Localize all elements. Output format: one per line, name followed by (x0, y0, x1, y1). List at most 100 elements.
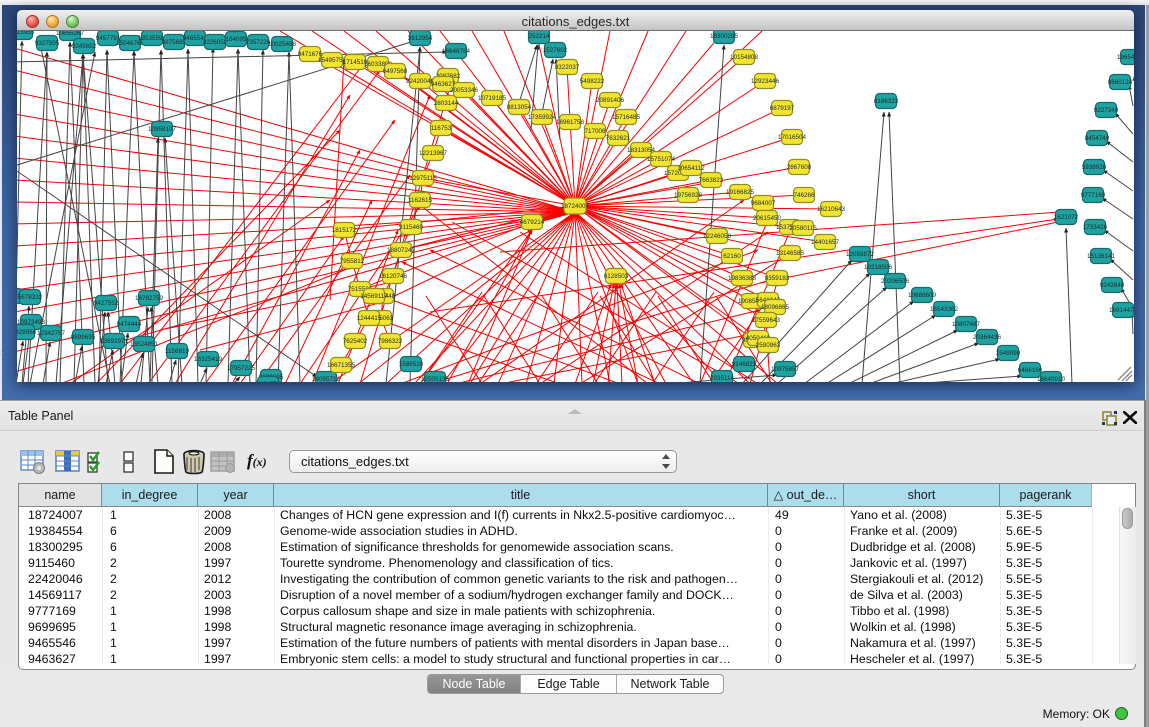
svg-text:746266: 746266 (793, 192, 815, 199)
svg-text:18807249: 18807249 (387, 247, 416, 254)
svg-text:16543362: 16543362 (930, 306, 959, 313)
svg-text:6879197: 6879197 (770, 105, 795, 112)
svg-text:9777169: 9777169 (1081, 192, 1106, 199)
svg-text:16671355: 16671355 (327, 362, 356, 369)
svg-text:17016504: 17016504 (778, 134, 807, 141)
svg-text:16961758: 16961758 (556, 119, 585, 126)
svg-text:8215955: 8215955 (17, 31, 35, 36)
svg-text:7986322: 7986322 (378, 338, 403, 345)
svg-text:9327505: 9327505 (35, 40, 60, 47)
svg-text:1621072: 1621072 (1054, 214, 1079, 221)
svg-text:6466160: 6466160 (1018, 367, 1043, 374)
svg-text:20053346: 20053346 (450, 87, 479, 94)
svg-text:3624554: 3624554 (256, 381, 281, 382)
svg-text:9115460: 9115460 (399, 224, 424, 231)
svg-text:9474444: 9474444 (117, 321, 142, 328)
svg-text:18300295: 18300295 (710, 33, 739, 40)
svg-text:10807487: 10807487 (952, 321, 981, 328)
svg-text:12093872: 12093872 (846, 251, 875, 258)
svg-text:12505135: 12505135 (421, 376, 450, 382)
svg-text:252214: 252214 (528, 33, 550, 40)
svg-text:6128503: 6128503 (604, 273, 629, 280)
svg-text:1162615: 1162615 (408, 197, 433, 204)
svg-text:16782759: 16782759 (135, 295, 164, 302)
svg-text:7625402: 7625402 (343, 338, 368, 345)
svg-text:18724007: 18724007 (561, 203, 590, 210)
svg-text:2803144: 2803144 (434, 100, 459, 107)
svg-text:5938928: 5938928 (1082, 164, 1107, 171)
svg-text:9329966: 9329966 (17, 329, 37, 336)
svg-text:10719185: 10719185 (478, 95, 507, 102)
svg-text:15136141: 15136141 (1087, 253, 1116, 260)
svg-text:7632621: 7632621 (606, 135, 631, 142)
svg-text:9242848: 9242848 (1100, 282, 1125, 289)
svg-text:7663822: 7663822 (699, 177, 724, 184)
svg-text:9899695: 9899695 (71, 334, 96, 341)
svg-text:7955812: 7955812 (340, 258, 365, 265)
svg-text:8813054: 8813054 (507, 104, 532, 111)
svg-text:4679214: 4679214 (520, 219, 545, 226)
svg-text:19166825: 19166825 (726, 189, 755, 196)
svg-text:1588520: 1588520 (399, 361, 424, 368)
svg-text:9684007: 9684007 (751, 200, 776, 207)
svg-text:12213967: 12213967 (419, 150, 448, 157)
svg-text:164095: 164095 (225, 36, 247, 43)
svg-text:10958107: 10958107 (148, 126, 177, 133)
svg-text:14569117: 14569117 (360, 293, 388, 300)
svg-text:20206506: 20206506 (881, 278, 910, 285)
svg-text:3226058: 3226058 (203, 39, 228, 46)
svg-text:9427552: 9427552 (94, 300, 119, 307)
svg-text:2935114: 2935114 (710, 375, 735, 382)
svg-text:62160: 62160 (723, 253, 741, 260)
svg-text:9245652: 9245652 (72, 43, 97, 50)
svg-text:10655267: 10655267 (56, 31, 85, 37)
svg-text:10654112: 10654112 (677, 165, 705, 172)
svg-text:20364436: 20364436 (973, 334, 1002, 341)
svg-text:1733426: 1733426 (1083, 224, 1108, 231)
svg-text:17559643: 17559643 (752, 317, 781, 324)
svg-text:6497568: 6497568 (383, 68, 408, 75)
svg-text:2867608: 2867608 (787, 164, 812, 171)
svg-text:19218506: 19218506 (864, 264, 893, 271)
svg-text:13692971: 13692971 (100, 338, 129, 345)
svg-text:16640910: 16640910 (1037, 376, 1066, 382)
svg-text:15716485: 15716485 (612, 114, 641, 121)
svg-text:16648784: 16648784 (442, 48, 471, 55)
svg-text:13146585: 13146585 (776, 250, 805, 257)
svg-text:1527602: 1527602 (543, 47, 568, 54)
svg-text:14055712: 14055712 (312, 376, 341, 382)
svg-text:17957225: 17957225 (227, 365, 256, 372)
svg-text:19654923: 19654923 (1117, 54, 1134, 61)
svg-text:2580963: 2580963 (756, 342, 781, 349)
svg-text:20580115: 20580115 (789, 225, 817, 232)
svg-text:18096865: 18096865 (761, 304, 790, 311)
svg-text:17359924: 17359924 (528, 114, 557, 121)
svg-text:14401657: 14401657 (811, 239, 840, 246)
svg-text:5678332: 5678332 (18, 294, 43, 301)
svg-text:1815172: 1815172 (332, 227, 357, 234)
svg-text:8660124: 8660124 (1108, 79, 1133, 86)
svg-text:1244415: 1244415 (357, 315, 382, 322)
svg-text:12342757: 12342757 (37, 330, 66, 337)
svg-text:10975857: 10975857 (771, 366, 800, 373)
svg-text:12975115: 12975115 (409, 175, 437, 182)
svg-text:15751074: 15751074 (647, 156, 676, 163)
svg-text:13325419: 13325419 (194, 356, 223, 363)
svg-text:13524851: 13524851 (130, 341, 159, 348)
svg-text:9146821: 9146821 (732, 361, 757, 368)
svg-text:20891406: 20891406 (596, 97, 625, 104)
svg-text:3912954: 3912954 (408, 35, 433, 42)
svg-text:8322037: 8322037 (555, 64, 580, 71)
svg-text:10154808: 10154808 (730, 54, 759, 61)
svg-text:10688609: 10688609 (908, 292, 937, 299)
svg-text:8359183: 8359183 (765, 275, 790, 282)
svg-text:12923446: 12923446 (751, 78, 780, 85)
svg-text:116753: 116753 (431, 125, 452, 132)
svg-text:717006: 717006 (584, 128, 606, 135)
svg-text:5498222: 5498222 (580, 78, 605, 85)
svg-text:8186323: 8186323 (874, 98, 899, 105)
svg-text:1156819: 1156819 (165, 348, 190, 355)
svg-text:12246058: 12246058 (703, 233, 732, 240)
svg-text:20615450: 20615450 (753, 215, 782, 222)
svg-text:10025488: 10025488 (268, 41, 297, 48)
